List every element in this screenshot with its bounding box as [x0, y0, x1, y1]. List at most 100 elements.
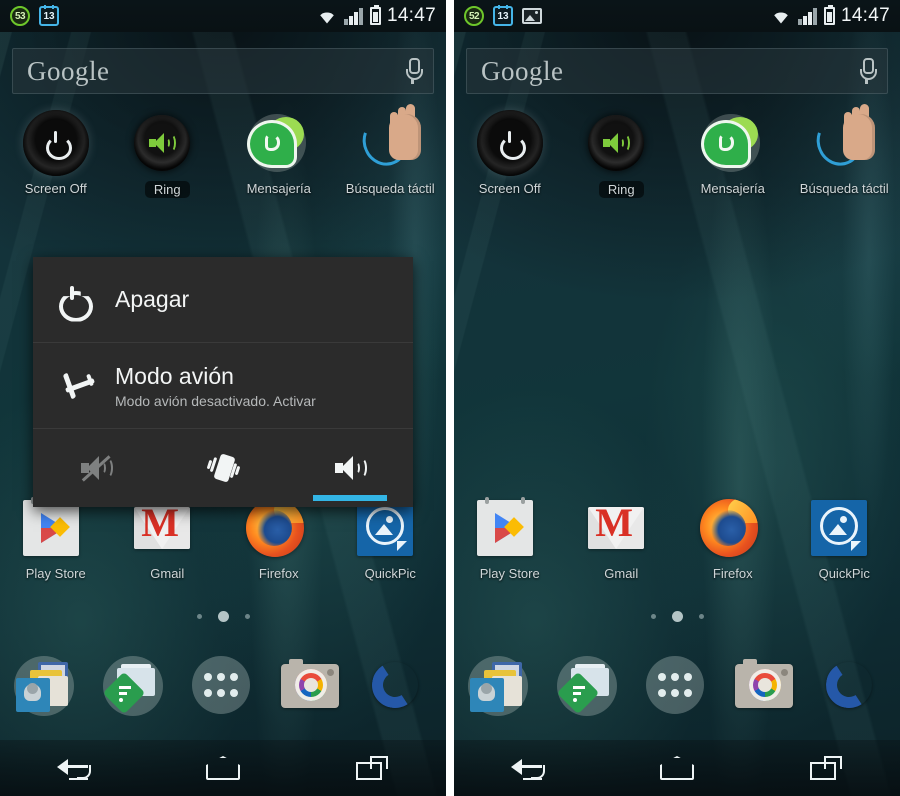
image-icon	[522, 8, 542, 24]
home-icon[interactable]	[660, 756, 694, 780]
power-menu-item-modo-avion[interactable]: Modo avión Modo avión desactivado. Activ…	[33, 343, 413, 429]
recents-icon[interactable]	[809, 756, 842, 780]
page-dot[interactable]	[196, 614, 202, 619]
google-logo-text: Google	[481, 55, 564, 86]
shortcut-mensajeria[interactable]: Mensajería	[677, 110, 789, 198]
back-icon[interactable]	[57, 756, 92, 780]
status-bar[interactable]: 53 13 14:47	[0, 0, 446, 32]
shortcut-firefox[interactable]: Firefox	[677, 495, 789, 581]
dock-item-app-drawer[interactable]	[178, 648, 267, 726]
nav-recents-button[interactable]	[751, 740, 900, 796]
shortcut-mensajeria[interactable]: Mensajería	[223, 110, 335, 198]
status-bar-notifications: 52 13	[464, 5, 542, 26]
recents-icon[interactable]	[355, 756, 388, 780]
touch-search-icon[interactable]	[809, 104, 877, 176]
camera-icon[interactable]	[735, 656, 797, 718]
power-widget-icon[interactable]	[22, 110, 89, 176]
ringer-volume-icon[interactable]	[134, 110, 200, 176]
shortcut-label: Ring	[598, 181, 644, 198]
dock-item-feedly[interactable]	[543, 648, 632, 726]
shortcut-busqueda-tactil[interactable]: Búsqueda táctil	[789, 104, 900, 198]
vibrate-icon[interactable]	[206, 453, 240, 483]
shortcut-screen-off[interactable]: Screen Off	[454, 110, 566, 198]
shortcut-quickpic[interactable]: QuickPic	[789, 495, 900, 581]
dock-item-phone[interactable]	[357, 648, 446, 726]
app-drawer-icon[interactable]	[646, 656, 708, 718]
shortcut-screen-off[interactable]: Screen Off	[0, 110, 112, 198]
dock-item-contacts[interactable]	[0, 648, 89, 726]
page-dot[interactable]	[650, 614, 656, 619]
microphone-icon[interactable]	[860, 58, 877, 84]
google-search-bar[interactable]: Google	[466, 48, 888, 94]
shortcut-ring[interactable]: Ring	[112, 110, 224, 198]
status-bar[interactable]: 52 13 14:47	[454, 0, 900, 32]
feedly-folder-icon[interactable]	[102, 656, 165, 718]
phone-dialer-icon[interactable]	[822, 656, 886, 718]
contacts-people-icon[interactable]	[467, 656, 530, 718]
shortcut-quickpic[interactable]: QuickPic	[335, 495, 447, 581]
mute-icon[interactable]	[81, 455, 114, 482]
shortcut-label: Firefox	[712, 566, 753, 581]
gmail-icon[interactable]: M	[588, 495, 654, 561]
page-dot[interactable]	[698, 614, 704, 619]
feedly-folder-icon[interactable]	[556, 656, 619, 718]
shortcut-label: Mensajería	[700, 181, 765, 196]
shortcut-ring[interactable]: Ring	[566, 110, 678, 198]
power-menu-item-apagar[interactable]: Apagar	[33, 257, 413, 343]
shortcut-label: Play Store	[479, 566, 540, 581]
home-shortcut-row-2: Play Store M Gmail Firefox QuickPic	[0, 495, 446, 581]
shortcut-play-store[interactable]: Play Store	[0, 495, 112, 581]
dock-item-contacts[interactable]	[454, 648, 543, 726]
shortcut-busqueda-tactil[interactable]: Búsqueda táctil	[335, 104, 447, 198]
screenshot-stage: 53 13 14:47 Google Screen Off Ring Mensa…	[0, 0, 900, 796]
page-dot-active[interactable]	[217, 611, 229, 622]
page-dot-active[interactable]	[671, 611, 683, 622]
home-shortcut-row-1: Screen Off Ring Mensajería Búsqueda táct…	[454, 104, 900, 198]
camera-icon[interactable]	[281, 656, 343, 718]
nav-back-button[interactable]	[0, 740, 149, 796]
power-menu-dialog[interactable]: Apagar Modo avión Modo avión desactivado…	[33, 257, 413, 507]
dock-item-camera[interactable]	[268, 648, 357, 726]
firefox-icon[interactable]	[699, 495, 766, 561]
shortcut-label: Búsqueda táctil	[799, 181, 889, 196]
dock-item-camera[interactable]	[722, 648, 811, 726]
shortcut-gmail[interactable]: M Gmail	[566, 495, 678, 581]
sound-on-icon[interactable]	[334, 456, 367, 480]
whatsapp-icon[interactable]	[700, 110, 766, 176]
shortcut-play-store[interactable]: Play Store	[454, 495, 566, 581]
nav-home-button[interactable]	[149, 740, 298, 796]
nav-recents-button[interactable]	[297, 740, 446, 796]
battery-icon	[369, 5, 381, 25]
phone-screen-left: 53 13 14:47 Google Screen Off Ring Mensa…	[0, 0, 446, 796]
touch-search-icon[interactable]	[355, 104, 423, 176]
back-icon[interactable]	[511, 756, 546, 780]
dock-item-app-drawer[interactable]	[632, 648, 721, 726]
dock-item-feedly[interactable]	[89, 648, 178, 726]
shortcut-label: Firefox	[258, 566, 299, 581]
power-widget-icon[interactable]	[476, 110, 543, 176]
home-icon[interactable]	[206, 756, 240, 780]
navigation-bar	[0, 740, 446, 796]
ringer-volume-icon[interactable]	[588, 110, 654, 176]
whatsapp-icon[interactable]	[246, 110, 312, 176]
home-shortcut-row-1: Screen Off Ring Mensajería Búsqueda táct…	[0, 104, 447, 198]
microphone-icon[interactable]	[406, 58, 423, 84]
dock	[454, 648, 900, 726]
power-menu-item-title: Modo avión	[115, 362, 234, 389]
contacts-people-icon[interactable]	[13, 656, 76, 718]
shortcut-gmail[interactable]: M Gmail	[112, 495, 224, 581]
sound-mode-mute[interactable]	[33, 429, 160, 507]
sound-mode-vibrate[interactable]	[160, 429, 287, 507]
quickpic-icon[interactable]	[811, 495, 877, 561]
app-drawer-icon[interactable]	[192, 656, 254, 718]
dock-item-phone[interactable]	[811, 648, 900, 726]
shortcut-firefox[interactable]: Firefox	[223, 495, 335, 581]
google-search-bar[interactable]: Google	[12, 48, 434, 94]
calendar-icon: 13	[39, 5, 59, 26]
nav-back-button[interactable]	[454, 740, 603, 796]
play-store-icon[interactable]	[476, 495, 543, 561]
sound-mode-sound-on[interactable]	[286, 429, 413, 507]
nav-home-button[interactable]	[603, 740, 752, 796]
phone-dialer-icon[interactable]	[368, 656, 432, 718]
page-dot[interactable]	[244, 614, 250, 619]
